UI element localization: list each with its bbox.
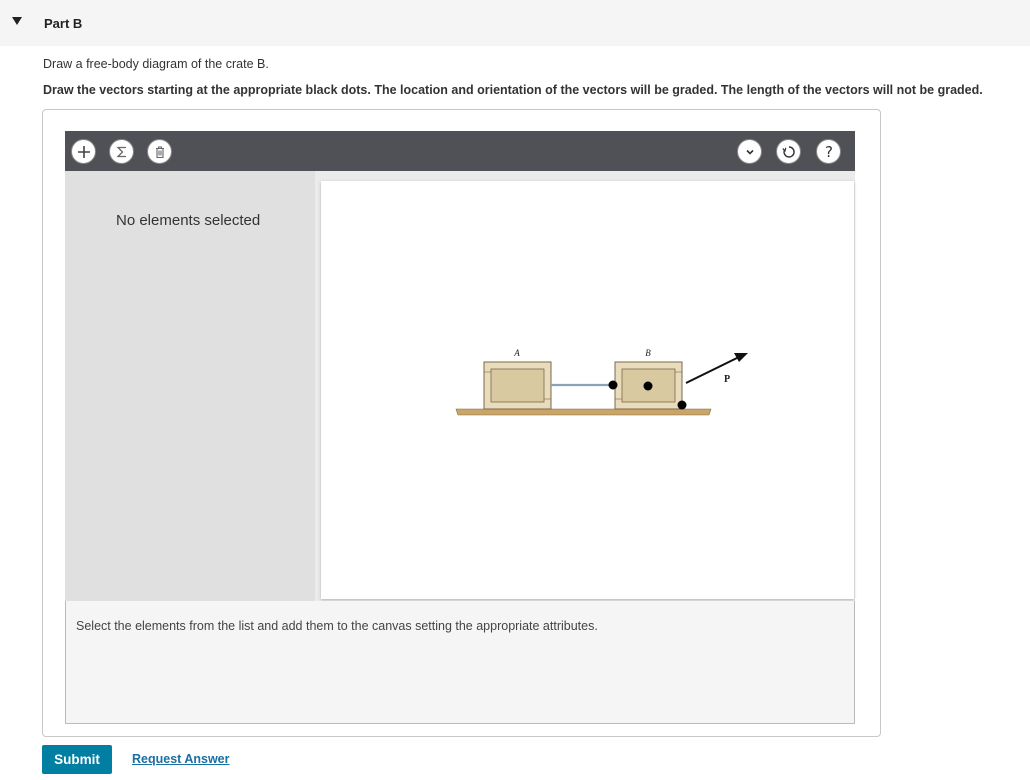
collapse-caret-icon[interactable] [12, 17, 22, 25]
sigma-icon[interactable] [109, 139, 134, 164]
force-p-line [685, 356, 740, 384]
help-icon[interactable]: ? [816, 139, 841, 164]
trash-icon[interactable] [147, 139, 172, 164]
plus-icon[interactable] [71, 139, 96, 164]
attach-point-corner [677, 400, 687, 410]
attach-point-left [608, 380, 618, 390]
properties-panel: No elements selected [65, 171, 315, 601]
instruction-text: Draw the vectors starting at the appropr… [43, 83, 983, 97]
chevron-down-icon[interactable] [737, 139, 762, 164]
hint-text: Select the elements from the list and ad… [76, 619, 598, 633]
no-selection-text: No elements selected [116, 212, 261, 229]
attach-point-center [643, 381, 653, 391]
request-answer-link[interactable]: Request Answer [132, 752, 229, 766]
part-header[interactable]: Part B [0, 0, 1030, 46]
crate-a-label: A [513, 348, 520, 358]
reset-icon[interactable] [776, 139, 801, 164]
part-title: Part B [44, 16, 83, 31]
intro-text: Draw a free-body diagram of the crate B. [43, 57, 269, 71]
crate-a [483, 361, 552, 410]
svg-text:?: ? [825, 144, 833, 160]
canvas-area: A B P [315, 171, 855, 601]
drawing-canvas[interactable]: A B P [321, 181, 854, 599]
force-p-label: P [724, 374, 730, 385]
submit-button[interactable]: Submit [42, 745, 112, 774]
drawing-toolbar: ? [65, 131, 855, 171]
ground-surface [455, 408, 712, 416]
crate-b-label: B [645, 348, 651, 358]
crate-figure: A B P [455, 348, 748, 416]
hint-panel: Select the elements from the list and ad… [65, 601, 855, 724]
